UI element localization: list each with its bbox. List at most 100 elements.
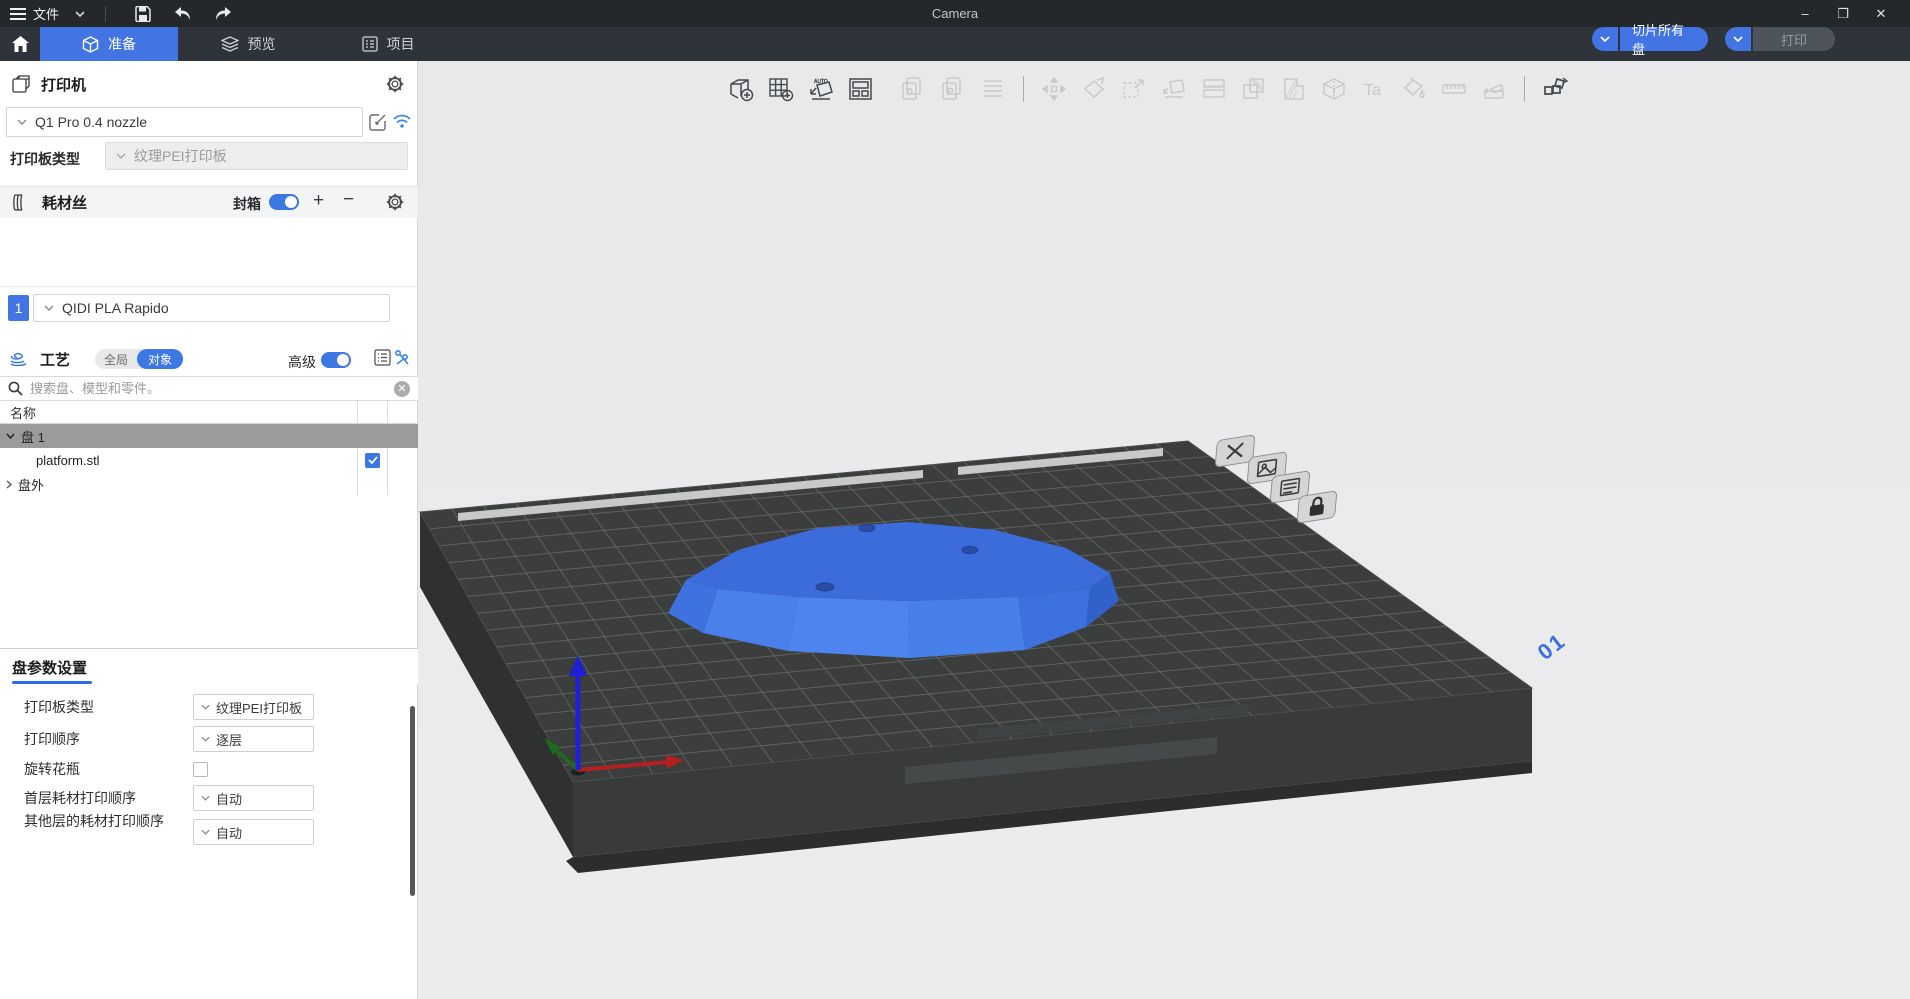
split-objects-icon[interactable] bbox=[1240, 75, 1268, 103]
wifi-icon[interactable] bbox=[392, 113, 412, 134]
filament-settings-gear-icon[interactable] bbox=[386, 193, 404, 216]
seam-icon[interactable] bbox=[1480, 75, 1508, 103]
plate-type-label: 打印板类型 bbox=[10, 149, 80, 169]
printer-preset-select[interactable]: Q1 Pro 0.4 nozzle bbox=[6, 107, 363, 137]
plate-type-value: 纹理PEI打印板 bbox=[134, 146, 227, 166]
chevron-right-icon[interactable] bbox=[6, 480, 12, 489]
lay-flat-icon[interactable] bbox=[1160, 75, 1188, 103]
filament-preset-select[interactable]: QIDI PLA Rapido bbox=[33, 294, 390, 322]
file-menu-button[interactable]: 文件 bbox=[10, 4, 59, 23]
process-scope-switch[interactable]: 全局 对象 bbox=[95, 349, 183, 369]
other-layers-order-select[interactable]: 自动 bbox=[193, 819, 314, 845]
setting-label: 其他层的耗材打印顺序 bbox=[24, 813, 176, 829]
remove-filament-button[interactable]: − bbox=[343, 190, 354, 209]
chevron-down-icon[interactable] bbox=[6, 433, 15, 439]
tree-row-label: platform.stl bbox=[36, 453, 100, 468]
auto-orient-icon[interactable]: AUTO bbox=[807, 75, 835, 103]
tree-row-model[interactable]: platform.stl bbox=[0, 448, 418, 472]
svg-text:Ta: Ta bbox=[1364, 82, 1381, 99]
tree-row-outside[interactable]: 盘外 bbox=[0, 472, 418, 496]
model-visible-checkbox[interactable] bbox=[365, 453, 380, 468]
toolbar-divider bbox=[1023, 76, 1024, 102]
filament-preset-value: QIDI PLA Rapido bbox=[62, 300, 169, 316]
printer-settings-gear-icon[interactable] bbox=[386, 75, 404, 98]
measure-icon[interactable] bbox=[1440, 75, 1468, 103]
divider bbox=[105, 6, 106, 22]
setting-label: 打印板类型 bbox=[24, 699, 176, 715]
file-menu-label: 文件 bbox=[33, 4, 59, 23]
tree-row-plate1[interactable]: 盘 1 bbox=[0, 424, 418, 448]
layers-list-icon[interactable] bbox=[979, 75, 1007, 103]
minimize-button[interactable]: – bbox=[1790, 0, 1820, 27]
print-dropdown-button[interactable] bbox=[1725, 27, 1751, 51]
save-icon[interactable] bbox=[132, 3, 154, 25]
chevron-down-icon bbox=[44, 305, 54, 311]
scale-icon[interactable] bbox=[1120, 75, 1148, 103]
tab-prepare[interactable]: 准备 bbox=[40, 27, 178, 61]
arrange-icon[interactable] bbox=[847, 75, 875, 103]
slice-all-plates-button[interactable]: 切片所有盘 bbox=[1620, 27, 1708, 51]
viewport-3d[interactable]: 01 AUTO 0 P bbox=[418, 61, 1910, 999]
plate-settings-title: 盘参数设置 bbox=[12, 657, 87, 678]
tune-icon[interactable] bbox=[394, 349, 410, 371]
redo-icon[interactable] bbox=[212, 3, 234, 25]
build-plate-scene[interactable]: 01 bbox=[418, 61, 1910, 999]
filament-box-toggle[interactable] bbox=[269, 194, 299, 210]
copy-icon[interactable]: 0 bbox=[899, 75, 927, 103]
tab-preview-label: 预览 bbox=[248, 34, 276, 54]
chevron-down-icon bbox=[201, 704, 210, 710]
spiral-vase-checkbox[interactable] bbox=[193, 762, 208, 777]
setting-value: 纹理PEI打印板 bbox=[216, 698, 302, 717]
scope-object[interactable]: 对象 bbox=[137, 349, 183, 369]
print-sequence-select[interactable]: 逐层 bbox=[193, 726, 314, 752]
viewport-toolbar: AUTO 0 P bbox=[721, 69, 1575, 109]
sidebar-scrollbar[interactable] bbox=[410, 706, 415, 896]
assembly-view-icon[interactable] bbox=[1541, 75, 1569, 103]
move-icon[interactable] bbox=[1040, 75, 1068, 103]
first-layer-order-select[interactable]: 自动 bbox=[193, 785, 314, 811]
close-button[interactable]: ✕ bbox=[1866, 0, 1896, 27]
param-list-icon[interactable] bbox=[374, 349, 391, 371]
tree-header-name: 名称 bbox=[0, 401, 418, 424]
home-button[interactable] bbox=[0, 27, 40, 61]
text-icon[interactable]: Ta bbox=[1360, 75, 1388, 103]
hamburger-icon bbox=[10, 8, 26, 20]
advanced-toggle[interactable] bbox=[321, 352, 351, 368]
undo-icon[interactable] bbox=[172, 3, 194, 25]
scope-global[interactable]: 全局 bbox=[95, 351, 137, 368]
search-input[interactable] bbox=[30, 381, 387, 396]
edit-printer-icon[interactable] bbox=[368, 112, 388, 137]
filament-slot-number: 1 bbox=[8, 295, 29, 321]
chevron-down-icon[interactable] bbox=[75, 11, 85, 17]
plate-type-select[interactable]: 纹理PEI打印板 bbox=[105, 142, 408, 170]
paint-icon[interactable] bbox=[1400, 75, 1428, 103]
svg-text:AUTO: AUTO bbox=[814, 79, 828, 85]
process-icon bbox=[10, 352, 28, 367]
maximize-button[interactable]: ❐ bbox=[1828, 0, 1858, 27]
paste-icon[interactable]: P bbox=[939, 75, 967, 103]
split-height-icon[interactable] bbox=[1200, 75, 1228, 103]
main-tab-bar: 准备 预览 项目 切片所有盘 打印 bbox=[0, 27, 1910, 61]
variable-layer-icon[interactable] bbox=[1280, 75, 1308, 103]
layers-icon bbox=[221, 36, 239, 52]
search-bar: ✕ bbox=[0, 376, 418, 401]
search-icon bbox=[8, 381, 23, 396]
tab-preview[interactable]: 预览 bbox=[178, 27, 318, 61]
cut-icon[interactable] bbox=[1320, 75, 1348, 103]
filament-box-label: 封箱 bbox=[233, 194, 261, 214]
chevron-down-icon bbox=[201, 795, 210, 801]
home-icon bbox=[12, 36, 29, 52]
print-button[interactable]: 打印 bbox=[1753, 27, 1835, 51]
plate-type-setting-select[interactable]: 纹理PEI打印板 bbox=[193, 694, 314, 720]
printer-preset-value: Q1 Pro 0.4 nozzle bbox=[35, 114, 147, 130]
tab-project-label: 项目 bbox=[387, 34, 415, 54]
chevron-down-icon bbox=[17, 119, 27, 125]
rotate-icon[interactable] bbox=[1080, 75, 1108, 103]
add-model-icon[interactable] bbox=[727, 75, 755, 103]
search-clear-icon[interactable]: ✕ bbox=[394, 381, 410, 397]
chevron-down-icon bbox=[1600, 36, 1610, 42]
add-plate-icon[interactable] bbox=[767, 75, 795, 103]
add-filament-button[interactable]: + bbox=[313, 191, 324, 210]
tab-project[interactable]: 项目 bbox=[318, 27, 458, 61]
slice-dropdown-button[interactable] bbox=[1592, 27, 1618, 51]
